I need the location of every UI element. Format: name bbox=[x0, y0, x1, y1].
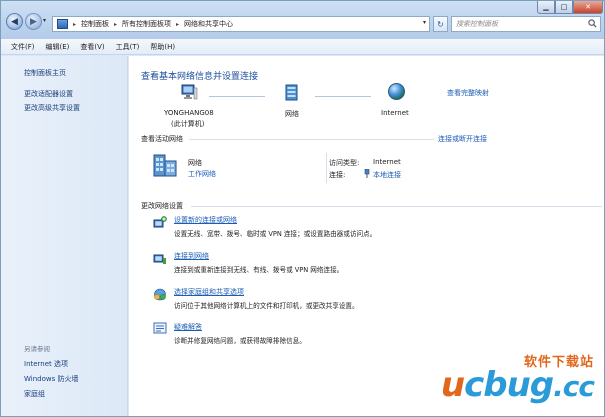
connect-network-icon bbox=[153, 254, 166, 264]
active-network-name: 网络 bbox=[188, 159, 202, 167]
change-settings-heading: 更改网络设置 bbox=[141, 202, 183, 210]
watermark-logo: 软件下载站 ucbug.cc bbox=[440, 351, 595, 405]
task-connect-network[interactable]: 连接到网络 bbox=[174, 251, 209, 261]
refresh-icon: ↻ bbox=[437, 19, 444, 29]
task-connect-network-desc: 连接到或重新连接到无线、有线、拨号或 VPN 网络连接。 bbox=[174, 266, 344, 274]
map-connector bbox=[315, 96, 371, 97]
see-also-heading: 另请参阅 bbox=[24, 345, 50, 353]
task-new-connection-desc: 设置无线、宽带、拨号、临时或 VPN 连接；或设置路由器或访问点。 bbox=[174, 230, 377, 238]
menu-tools[interactable]: 工具(T) bbox=[116, 42, 140, 52]
close-icon: ✕ bbox=[585, 3, 591, 11]
ethernet-icon bbox=[364, 169, 370, 178]
task-troubleshoot-desc: 诊断并修复网络问题，或获得故障排除信息。 bbox=[174, 337, 306, 345]
minimize-button[interactable]: ▁ bbox=[537, 1, 555, 14]
map-computer-sub: (此计算机) bbox=[171, 120, 205, 128]
task-troubleshoot[interactable]: 疑难解答 bbox=[174, 322, 202, 332]
sidebar-item-advanced-sharing[interactable]: 更改高级共享设置 bbox=[24, 103, 80, 113]
task-homegroup-desc: 访问位于其他网络计算机上的文件和打印机，或更改共享设置。 bbox=[174, 302, 359, 310]
menu-edit[interactable]: 编辑(E) bbox=[46, 42, 70, 52]
map-connector bbox=[209, 96, 265, 97]
section-divider bbox=[189, 139, 434, 140]
back-button[interactable]: ◀ bbox=[6, 13, 23, 30]
sidebar-item-adapter-settings[interactable]: 更改适配器设置 bbox=[24, 89, 73, 99]
maximize-button[interactable]: □ bbox=[555, 1, 573, 14]
breadcrumb-network-center[interactable]: 网络和共享中心 bbox=[184, 19, 233, 29]
access-type-value: Internet bbox=[373, 158, 401, 166]
address-dropdown-icon[interactable]: ▾ bbox=[423, 19, 426, 26]
section-divider bbox=[191, 206, 602, 207]
map-network-label: 网络 bbox=[285, 110, 299, 118]
sidebar-item-firewall[interactable]: Windows 防火墙 bbox=[24, 374, 78, 384]
sidebar-item-internet-options[interactable]: Internet 选项 bbox=[24, 359, 68, 369]
forward-button[interactable]: ▶ bbox=[25, 13, 42, 30]
map-internet-label: Internet bbox=[381, 109, 409, 117]
minimize-icon: ▁ bbox=[543, 3, 549, 11]
connection-label: 连接: bbox=[329, 171, 346, 179]
task-homegroup[interactable]: 选择家庭组和共享选项 bbox=[174, 287, 244, 297]
maximize-icon: □ bbox=[560, 3, 568, 11]
sidebar-item-home[interactable]: 控制面板主页 bbox=[24, 68, 66, 78]
troubleshoot-icon bbox=[153, 322, 167, 334]
search-input[interactable]: 搜索控制面板 bbox=[451, 16, 601, 32]
breadcrumb-separator-icon[interactable]: ▸ bbox=[73, 21, 76, 28]
search-placeholder: 搜索控制面板 bbox=[456, 20, 498, 28]
task-new-connection[interactable]: 设置新的连接或网络 bbox=[174, 215, 237, 225]
page-title: 查看基本网络信息并设置连接 bbox=[141, 72, 259, 82]
local-connection-link[interactable]: 本地连接 bbox=[373, 170, 401, 180]
full-map-link[interactable]: 查看完整映射 bbox=[447, 88, 489, 98]
globe-icon bbox=[388, 83, 405, 100]
new-connection-icon bbox=[153, 216, 167, 228]
main-content: 查看基本网络信息并设置连接 查看完整映射 YONGHANG08 (此计算机) 网… bbox=[129, 56, 604, 416]
breadcrumb-control-panel[interactable]: 控制面板 bbox=[81, 19, 109, 29]
network-icon bbox=[285, 84, 298, 101]
window-controls: ▁ □ ✕ bbox=[537, 1, 603, 14]
breadcrumb-separator-icon[interactable]: ▸ bbox=[176, 21, 179, 28]
active-network-divider bbox=[326, 153, 327, 183]
back-arrow-icon: ◀ bbox=[11, 16, 18, 27]
active-networks-heading: 查看活动网络 bbox=[141, 135, 183, 143]
control-panel-icon bbox=[57, 19, 68, 29]
work-network-icon bbox=[153, 154, 177, 177]
computer-icon bbox=[181, 84, 198, 100]
breadcrumb-separator-icon[interactable]: ▸ bbox=[114, 21, 117, 28]
connect-disconnect-link[interactable]: 连接或断开连接 bbox=[438, 134, 487, 144]
recent-pages-dropdown[interactable]: ▾ bbox=[43, 17, 46, 24]
network-type-link[interactable]: 工作网络 bbox=[188, 169, 216, 179]
sidebar: 控制面板主页 更改适配器设置 更改高级共享设置 另请参阅 Internet 选项… bbox=[1, 56, 128, 416]
homegroup-icon bbox=[154, 288, 166, 301]
refresh-button[interactable]: ↻ bbox=[433, 16, 448, 32]
breadcrumb-all-items[interactable]: 所有控制面板项 bbox=[122, 19, 171, 29]
forward-arrow-icon: ▶ bbox=[30, 16, 37, 27]
address-bar[interactable]: ▸ 控制面板 ▸ 所有控制面板项 ▸ 网络和共享中心 ▾ bbox=[52, 16, 430, 32]
sidebar-item-homegroup[interactable]: 家庭组 bbox=[24, 389, 45, 399]
search-icon bbox=[588, 19, 597, 28]
menu-view[interactable]: 查看(V) bbox=[80, 42, 104, 52]
access-type-label: 访问类型: bbox=[329, 159, 360, 167]
menu-bar: 文件(F) 编辑(E) 查看(V) 工具(T) 帮助(H) bbox=[1, 39, 604, 55]
close-button[interactable]: ✕ bbox=[573, 1, 603, 14]
menu-help[interactable]: 帮助(H) bbox=[150, 42, 175, 52]
watermark-brand: ucbug.cc bbox=[440, 365, 595, 405]
control-panel-window: ◀ ▶ ▾ ▸ 控制面板 ▸ 所有控制面板项 ▸ 网络和共享中心 ▾ ↻ 搜索控… bbox=[0, 0, 605, 417]
menu-file[interactable]: 文件(F) bbox=[11, 42, 35, 52]
title-bar: ◀ ▶ ▾ ▸ 控制面板 ▸ 所有控制面板项 ▸ 网络和共享中心 ▾ ↻ 搜索控… bbox=[1, 1, 604, 39]
map-computer-name: YONGHANG08 bbox=[164, 109, 214, 117]
